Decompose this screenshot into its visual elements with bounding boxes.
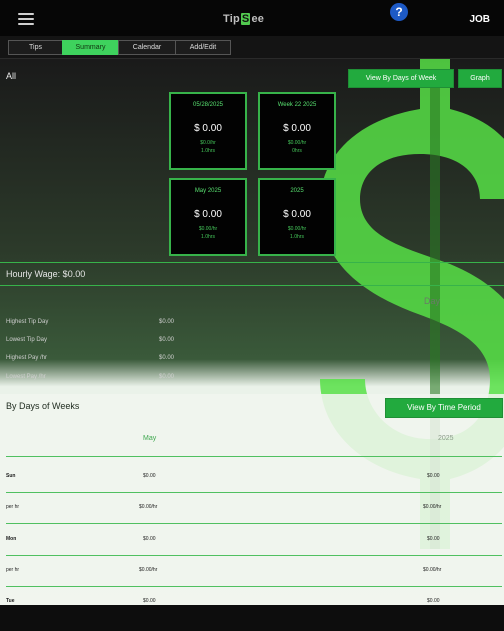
row-year-value: $0.00/hr <box>423 504 442 510</box>
row-month-value: $0.00/hr <box>139 567 158 573</box>
card-rate: $0.00/hr <box>287 140 307 146</box>
stat-label: Highest Pay /hr <box>6 355 48 361</box>
stat-value: $0.00 <box>159 374 175 380</box>
divider <box>0 285 504 286</box>
card-hours: 0hrs <box>292 148 302 154</box>
divider <box>6 586 502 587</box>
card-hours: 1.0hrs <box>290 234 304 240</box>
card-amount: $ 0.00 <box>283 123 311 134</box>
day-column-header: Day <box>424 296 441 306</box>
card-title: 05/28/2025 <box>192 102 224 108</box>
row-month-value: $0.00/hr <box>139 504 158 510</box>
card-title: Week 22 2025 <box>277 102 317 108</box>
card-hours: 1.0hrs <box>201 148 215 154</box>
stat-label: Lowest Tip Day <box>6 337 48 343</box>
view-by-time-period-button[interactable]: View By Time Period <box>385 398 503 418</box>
row-year-value: $0.00 <box>427 473 440 479</box>
row-month-value: $0.00 <box>143 473 156 479</box>
row-label: per hr <box>6 567 20 573</box>
row-year-value: $0.00 <box>427 598 440 604</box>
month-column-header: May <box>143 435 157 442</box>
year-column-header: 2025 <box>438 435 454 442</box>
tab-add-edit[interactable]: Add/Edit <box>175 40 231 55</box>
card-amount: $ 0.00 <box>283 209 311 220</box>
job-button[interactable]: JOB <box>469 14 490 25</box>
tab-bar: Tips Summary Calendar Add/Edit <box>0 36 504 59</box>
divider <box>0 262 504 263</box>
card-rate: $0.0/hr <box>200 140 216 146</box>
row-year-value: $0.00/hr <box>423 567 442 573</box>
summary-card-day[interactable]: 05/28/2025 $ 0.00 $0.0/hr 1.0hrs <box>169 92 247 170</box>
card-amount: $ 0.00 <box>194 209 222 220</box>
view-by-days-button[interactable]: View By Days of Week <box>348 69 454 88</box>
stat-value: $0.00 <box>159 355 175 361</box>
row-label: Tue <box>6 598 15 604</box>
stat-value: $0.00 <box>159 319 175 325</box>
card-title: 2025 <box>290 188 304 194</box>
hamburger-menu-icon[interactable] <box>18 13 34 25</box>
tab-calendar[interactable]: Calendar <box>118 40 176 55</box>
top-bar: Tip See ? JOB <box>0 0 504 36</box>
card-rate: $0.00/hr <box>198 226 218 232</box>
summary-card-year[interactable]: 2025 $ 0.00 $0.00/hr 1.0hrs <box>258 178 336 256</box>
stat-label: Highest Tip Day <box>6 319 49 325</box>
tab-tips[interactable]: Tips <box>8 40 63 55</box>
stat-value: $0.00 <box>159 337 175 343</box>
hourly-wage: Hourly Wage: $0.00 <box>6 269 86 279</box>
by-days-section <box>0 394 504 605</box>
summary-card-month[interactable]: May 2025 $ 0.00 $0.00/hr 1.0hrs <box>169 178 247 256</box>
tab-summary[interactable]: Summary <box>62 40 119 55</box>
summary-card-week[interactable]: Week 22 2025 $ 0.00 $0.00/hr 0hrs <box>258 92 336 170</box>
by-days-title: By Days of Weeks <box>6 401 80 411</box>
row-label: per hr <box>6 504 20 510</box>
stat-label: Lowest Pay /hr <box>6 374 46 380</box>
bottom-bar <box>0 605 504 631</box>
card-title: May 2025 <box>194 188 222 194</box>
divider <box>6 523 502 524</box>
divider <box>6 456 502 457</box>
summary-panel: All View By Days of Week Graph 05/28/202… <box>0 59 504 605</box>
row-label: Sun <box>6 473 16 479</box>
row-month-value: $0.00 <box>143 536 156 542</box>
row-month-value: $0.00 <box>143 598 156 604</box>
app-logo: Tip See <box>223 13 265 25</box>
row-year-value: $0.00 <box>427 536 440 542</box>
graph-button[interactable]: Graph <box>458 69 502 88</box>
divider <box>6 492 502 493</box>
card-amount: $ 0.00 <box>194 123 222 134</box>
row-label: Mon <box>6 536 17 542</box>
divider <box>6 555 502 556</box>
help-icon[interactable]: ? <box>390 3 408 21</box>
card-hours: 1.0hrs <box>201 234 215 240</box>
card-rate: $0.00/hr <box>287 226 307 232</box>
all-label: All <box>6 71 17 81</box>
